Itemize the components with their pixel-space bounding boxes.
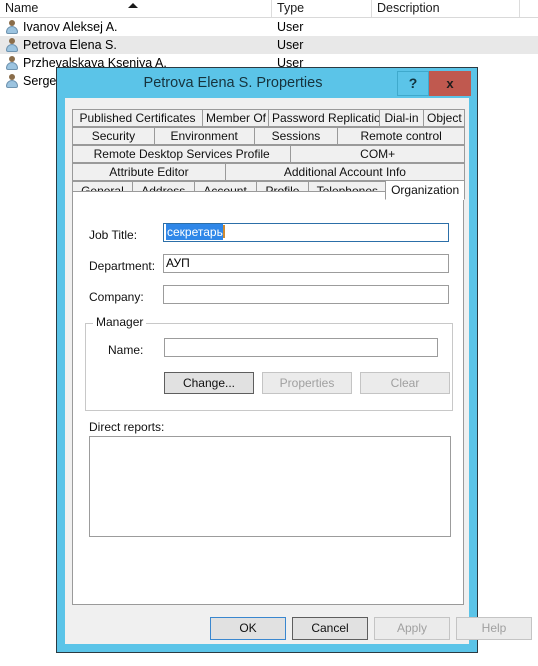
row-name: Ivanov Aleksej A. xyxy=(23,20,118,34)
row-type: User xyxy=(277,38,304,52)
direct-reports-listbox[interactable] xyxy=(89,436,451,537)
column-header-description-label: Description xyxy=(377,1,440,15)
department-input[interactable]: АУП xyxy=(163,254,449,273)
column-header-type[interactable]: Type xyxy=(272,0,372,17)
job-title-input[interactable]: секретарь xyxy=(163,223,449,242)
column-header-description[interactable]: Description xyxy=(372,0,520,17)
cancel-button[interactable]: Cancel xyxy=(292,617,368,640)
organization-tab-panel: Job Title: секретарь Department: АУП Com… xyxy=(72,191,464,605)
company-label: Company: xyxy=(89,290,144,304)
manager-group-title: Manager xyxy=(93,316,147,329)
tab-row-1: Published Certificates Member Of Passwor… xyxy=(72,109,465,127)
change-button[interactable]: Change... xyxy=(164,372,254,394)
user-icon xyxy=(5,38,19,52)
direct-reports-label: Direct reports: xyxy=(89,420,165,434)
help-icon-button[interactable]: ? xyxy=(397,71,429,96)
properties-button[interactable]: Properties xyxy=(262,372,352,394)
dialog-title: Petrova Elena S. Properties xyxy=(143,75,323,91)
manager-name-input[interactable] xyxy=(164,338,438,357)
apply-button[interactable]: Apply xyxy=(374,617,450,640)
text-caret xyxy=(222,225,225,238)
tab-attribute-editor[interactable]: Attribute Editor xyxy=(72,163,226,181)
properties-dialog: Petrova Elena S. Properties ? x Publishe… xyxy=(56,67,532,653)
tab-strip: Published Certificates Member Of Passwor… xyxy=(72,109,465,201)
column-header-name-label: Name xyxy=(5,1,39,15)
help-button[interactable]: Help xyxy=(456,617,532,640)
column-header-name[interactable]: Name xyxy=(0,0,272,17)
tab-row-3: Remote Desktop Services Profile COM+ xyxy=(72,145,465,163)
column-header-type-label: Type xyxy=(277,1,305,15)
tab-object[interactable]: Object xyxy=(423,109,465,127)
tab-dial-in[interactable]: Dial-in xyxy=(379,109,424,127)
job-title-label: Job Title: xyxy=(89,228,138,242)
manager-name-label: Name: xyxy=(108,343,144,357)
close-button[interactable]: x xyxy=(429,71,471,96)
row-name: Petrova Elena S. xyxy=(23,38,117,52)
table-row[interactable]: Petrova Elena S. User xyxy=(0,36,538,54)
tab-row-2: Security Environment Sessions Remote con… xyxy=(72,127,465,145)
tab-sessions[interactable]: Sessions xyxy=(253,127,339,145)
dialog-body: Published Certificates Member Of Passwor… xyxy=(65,98,532,644)
user-icon xyxy=(5,74,19,88)
user-icon xyxy=(5,56,19,70)
tab-com-plus[interactable]: COM+ xyxy=(290,145,465,163)
tab-security[interactable]: Security xyxy=(72,127,155,145)
tab-environment[interactable]: Environment xyxy=(153,127,255,145)
manager-group: Manager Name: Change... Properties Clear xyxy=(85,316,453,411)
clear-button[interactable]: Clear xyxy=(360,372,450,394)
row-type: User xyxy=(277,20,304,34)
ok-button[interactable]: OK xyxy=(210,617,286,640)
table-row[interactable]: Ivanov Aleksej A. User xyxy=(0,18,538,36)
tab-row-4: Attribute Editor Additional Account Info xyxy=(72,163,465,181)
department-label: Department: xyxy=(89,259,156,273)
company-input[interactable] xyxy=(163,285,449,304)
tab-member-of[interactable]: Member Of xyxy=(202,109,269,127)
sort-ascending-icon xyxy=(128,3,138,8)
list-header: Name Type Description xyxy=(0,0,538,18)
department-value: АУП xyxy=(166,256,190,270)
tab-published-certificates[interactable]: Published Certificates xyxy=(72,109,203,127)
tab-password-replication[interactable]: Password Replication xyxy=(268,109,380,127)
user-icon xyxy=(5,20,19,34)
column-header-filler xyxy=(520,0,538,17)
tab-remote-desktop-services-profile[interactable]: Remote Desktop Services Profile xyxy=(72,145,292,163)
tab-organization[interactable]: Organization xyxy=(385,180,465,200)
tab-additional-account-info[interactable]: Additional Account Info xyxy=(224,163,465,181)
job-title-value: секретарь xyxy=(166,224,223,240)
tab-remote-control[interactable]: Remote control xyxy=(337,127,465,145)
dialog-title-bar[interactable]: Petrova Elena S. Properties ? x xyxy=(57,68,477,98)
